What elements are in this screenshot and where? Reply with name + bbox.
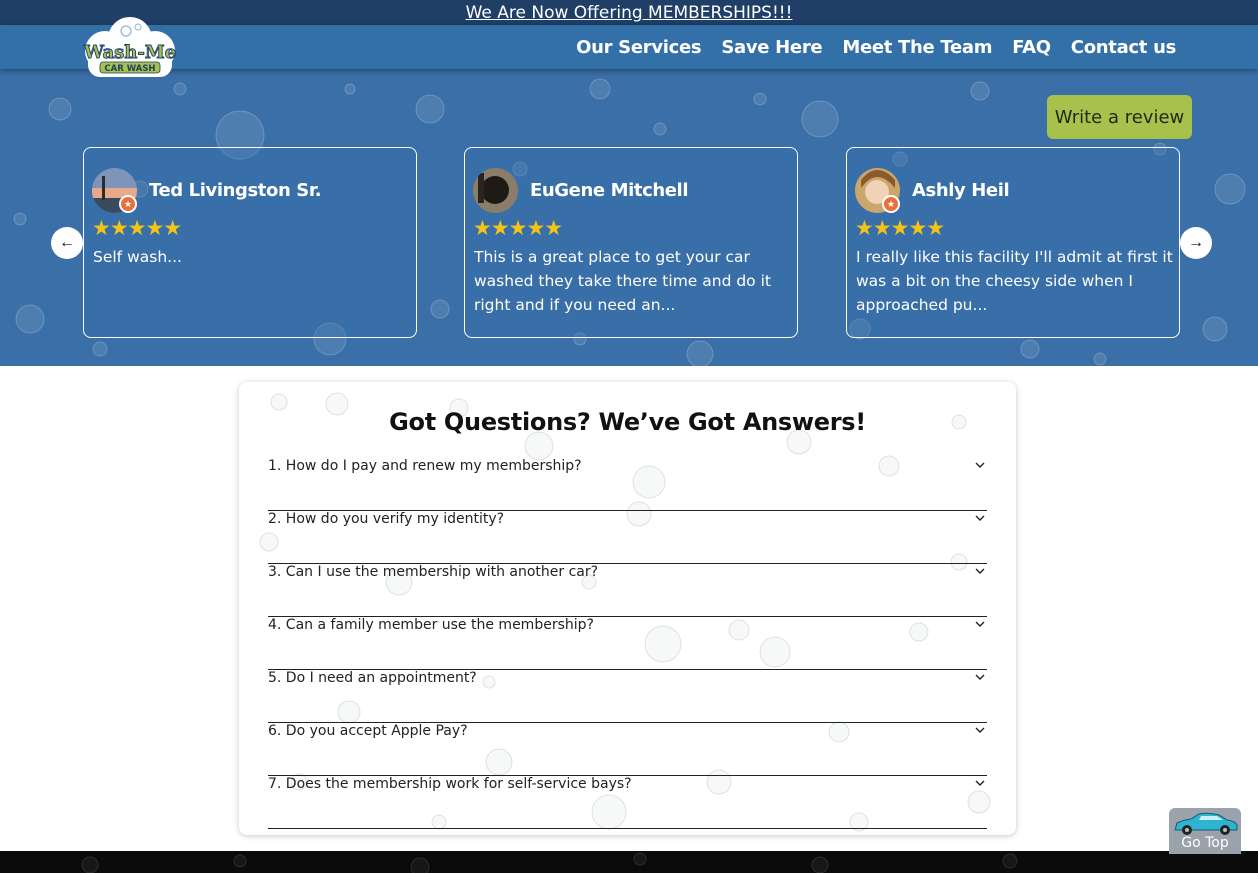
faq-item-7[interactable]: 7. Does the membership work for self-ser… (268, 776, 987, 829)
next-review-button[interactable]: → (1180, 227, 1212, 259)
review-card[interactable]: EuGene Mitchell ★★★★★ This is a great pl… (464, 147, 798, 338)
chevron-down-icon (975, 780, 985, 786)
chevron-down-icon (975, 621, 985, 627)
arrow-right-icon: → (1188, 234, 1204, 251)
nav-meet-the-team[interactable]: Meet The Team (842, 37, 992, 58)
review-card[interactable]: ★ Ted Livingston Sr. ★★★★★ Self wash... (83, 147, 417, 338)
nav-faq[interactable]: FAQ (1012, 37, 1051, 58)
review-card[interactable]: ★ Ashly Heil ★★★★★ I really like this fa… (846, 147, 1180, 338)
faq-question: 7. Does the membership work for self-ser… (268, 776, 632, 792)
svg-text:Wash-Me: Wash-Me (83, 42, 176, 63)
faq-question: 3. Can I use the membership with another… (268, 564, 599, 580)
reviewer-name: Ted Livingston Sr. (149, 180, 322, 201)
chevron-down-icon (975, 462, 985, 468)
prev-review-button[interactable]: ← (51, 227, 83, 259)
car-icon (1174, 812, 1238, 835)
review-text: I really like this facility I'll admit a… (856, 248, 1173, 314)
main-nav: Our Services Save Here Meet The Team FAQ… (576, 25, 1176, 69)
faq-item-2[interactable]: 2. How do you verify my identity? (268, 511, 987, 564)
footer-strip (0, 851, 1258, 873)
faq-title: Got Questions? We’ve Got Answers! (389, 408, 866, 436)
google-badge-icon: ★ (119, 195, 137, 213)
faq-question: 6. Do you accept Apple Pay? (268, 723, 468, 739)
faq-question: 2. How do you verify my identity? (268, 511, 505, 527)
reviews-section: Write a review ← → ★ Ted Livingston Sr. … (0, 69, 1258, 366)
chevron-down-icon (975, 727, 985, 733)
faq-item-3[interactable]: 3. Can I use the membership with another… (268, 564, 987, 617)
svg-text:CAR WASH: CAR WASH (104, 64, 155, 74)
faq-section: Got Questions? We’ve Got Answers! 1. How… (239, 382, 1016, 835)
rating-stars: ★★★★★ (473, 217, 563, 240)
arrow-left-icon: ← (59, 234, 75, 251)
faq-item-6[interactable]: 6. Do you accept Apple Pay? (268, 723, 987, 776)
review-text: Self wash... (93, 248, 182, 266)
faq-item-4[interactable]: 4. Can a family member use the membershi… (268, 617, 987, 670)
go-top-label: Go Top (1181, 835, 1229, 851)
go-top-button[interactable]: Go Top (1169, 808, 1241, 854)
nav-save-here[interactable]: Save Here (721, 37, 822, 58)
faq-item-5[interactable]: 5. Do I need an appointment? (268, 670, 987, 723)
site-header: Wash-Me CAR WASH Our Services Save Here … (0, 17, 1258, 77)
reviewer-avatar (473, 168, 518, 213)
nav-contact-us[interactable]: Contact us (1071, 37, 1177, 58)
reviewer-name: EuGene Mitchell (530, 180, 689, 201)
faq-question: 4. Can a family member use the membershi… (268, 617, 594, 633)
nav-our-services[interactable]: Our Services (576, 37, 702, 58)
chevron-down-icon (975, 674, 985, 680)
rating-stars: ★★★★★ (855, 217, 945, 240)
chevron-down-icon (975, 568, 985, 574)
reviewer-name: Ashly Heil (912, 180, 1010, 201)
rating-stars: ★★★★★ (92, 217, 182, 240)
wash-me-logo[interactable]: Wash-Me CAR WASH (80, 17, 180, 79)
faq-question: 5. Do I need an appointment? (268, 670, 477, 686)
faq-question: 1. How do I pay and renew my membership? (268, 458, 582, 474)
google-badge-icon: ★ (882, 195, 900, 213)
review-text: This is a great place to get your car wa… (474, 248, 771, 314)
announcement-bar: We Are Now Offering MEMBERSHIPS!!! (0, 0, 1258, 25)
faq-item-1[interactable]: 1. How do I pay and renew my membership? (268, 458, 987, 511)
chevron-down-icon (975, 515, 985, 521)
memberships-link[interactable]: We Are Now Offering MEMBERSHIPS!!! (466, 3, 793, 23)
water-drops-background (81, 852, 1018, 873)
write-review-button[interactable]: Write a review (1047, 95, 1192, 139)
